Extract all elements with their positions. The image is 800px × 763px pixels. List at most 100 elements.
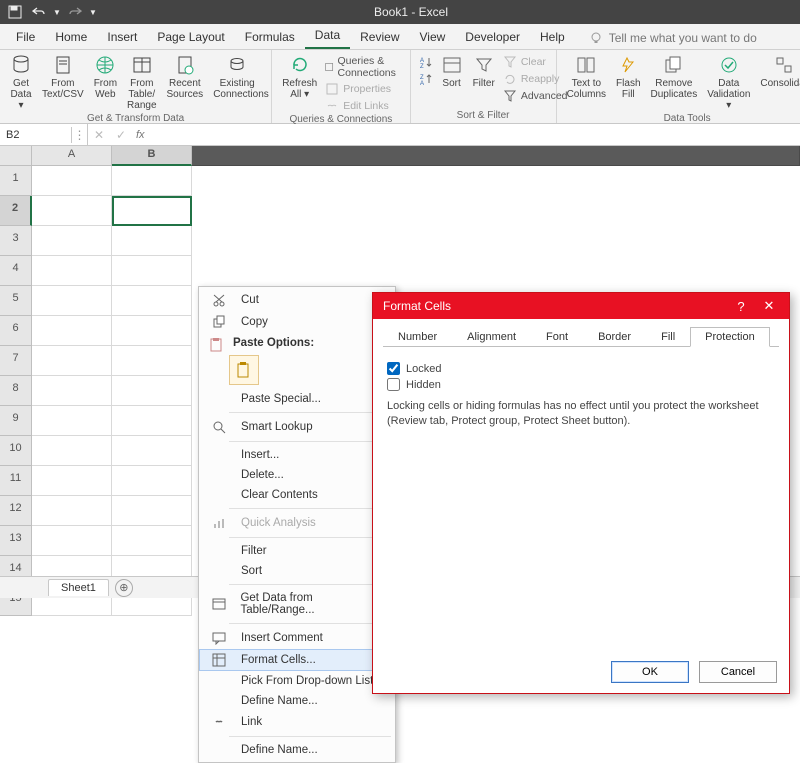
dlg-tab-border[interactable]: Border <box>583 327 646 347</box>
ctx-filter[interactable]: Filter▶ <box>199 541 395 561</box>
sheet-tab[interactable]: Sheet1 <box>48 579 109 596</box>
hidden-checkbox-row[interactable]: Hidden <box>387 378 775 391</box>
ctx-delete[interactable]: Delete... <box>199 465 395 485</box>
cell[interactable] <box>32 256 112 286</box>
dropdown-icon[interactable]: ▼ <box>88 2 98 22</box>
cell[interactable] <box>32 286 112 316</box>
cancel-formula-icon[interactable]: ✕ <box>88 124 110 145</box>
row-header-4[interactable]: 4 <box>0 256 32 286</box>
namebox-dropdown-icon[interactable]: ⋮ <box>72 124 88 145</box>
get-data-button[interactable]: Get Data ▾ <box>6 52 36 113</box>
cell[interactable] <box>112 466 192 496</box>
ctx-paste-special[interactable]: Paste Special... <box>199 389 395 409</box>
tab-file[interactable]: File <box>6 26 45 49</box>
tab-page-layout[interactable]: Page Layout <box>147 26 234 49</box>
ctx-insert-comment[interactable]: Insert Comment <box>199 627 395 649</box>
tab-developer[interactable]: Developer <box>455 26 530 49</box>
dropdown-icon[interactable]: ▼ <box>52 2 62 22</box>
cell[interactable] <box>112 316 192 346</box>
row-header-3[interactable]: 3 <box>0 226 32 256</box>
active-cell[interactable] <box>112 196 192 226</box>
cell[interactable] <box>32 166 112 196</box>
row-header-7[interactable]: 7 <box>0 346 32 376</box>
tab-home[interactable]: Home <box>45 26 97 49</box>
redo-icon[interactable] <box>64 2 86 22</box>
select-all-corner[interactable] <box>0 146 32 166</box>
name-box[interactable]: B2 <box>0 127 72 143</box>
cell[interactable] <box>32 196 112 226</box>
cell[interactable] <box>32 526 112 556</box>
row-header-2[interactable]: 2 <box>0 196 32 226</box>
new-sheet-button[interactable]: ⊕ <box>115 579 133 597</box>
hidden-checkbox[interactable] <box>387 378 400 391</box>
cell[interactable] <box>32 466 112 496</box>
save-icon[interactable] <box>4 2 26 22</box>
dlg-tab-alignment[interactable]: Alignment <box>452 327 531 347</box>
ctx-copy[interactable]: Copy <box>199 311 395 333</box>
cell[interactable] <box>112 436 192 466</box>
tab-view[interactable]: View <box>410 26 456 49</box>
dlg-tab-font[interactable]: Font <box>531 327 583 347</box>
ctx-get-data-table[interactable]: Get Data from Table/Range... <box>199 588 395 620</box>
queries-connections-button[interactable]: Queries & Connections <box>323 54 403 80</box>
cell[interactable] <box>32 406 112 436</box>
tab-review[interactable]: Review <box>350 26 409 49</box>
ctx-format-cells[interactable]: Format Cells... <box>199 649 395 671</box>
tell-me-search[interactable]: Tell me what you want to do <box>589 31 757 49</box>
cell[interactable] <box>112 286 192 316</box>
cell[interactable] <box>112 406 192 436</box>
recent-sources-button[interactable]: Recent Sources <box>163 52 208 102</box>
sort-az-button[interactable]: AZ <box>417 54 435 70</box>
dialog-help-button[interactable]: ? <box>727 295 755 317</box>
column-header-b[interactable]: B <box>112 146 192 166</box>
cell[interactable] <box>32 436 112 466</box>
ctx-define-name[interactable]: Define Name... <box>199 691 395 711</box>
cell[interactable] <box>112 256 192 286</box>
row-header-12[interactable]: 12 <box>0 496 32 526</box>
dialog-close-button[interactable]: ✕ <box>755 295 783 317</box>
row-header-10[interactable]: 10 <box>0 436 32 466</box>
formula-input[interactable] <box>149 133 800 137</box>
row-header-1[interactable]: 1 <box>0 166 32 196</box>
cell[interactable] <box>112 346 192 376</box>
remove-duplicates-button[interactable]: Remove Duplicates <box>647 52 702 102</box>
cell[interactable] <box>32 496 112 526</box>
dialog-titlebar[interactable]: Format Cells ? ✕ <box>373 293 789 319</box>
column-header-blank[interactable] <box>192 146 800 166</box>
column-header-a[interactable]: A <box>32 146 112 166</box>
row-header-8[interactable]: 8 <box>0 376 32 406</box>
from-textcsv-button[interactable]: From Text/CSV <box>38 52 88 102</box>
locked-checkbox-row[interactable]: Locked <box>387 362 775 375</box>
flash-fill-button[interactable]: Flash Fill <box>612 52 644 102</box>
text-to-columns-button[interactable]: Text to Columns <box>563 52 610 102</box>
cell[interactable] <box>32 376 112 406</box>
cell[interactable] <box>32 316 112 346</box>
cell[interactable] <box>112 166 192 196</box>
existing-connections-button[interactable]: Existing Connections <box>209 52 265 102</box>
ctx-define-name-2[interactable]: Define Name... <box>199 740 395 760</box>
cell[interactable] <box>32 226 112 256</box>
row-header-5[interactable]: 5 <box>0 286 32 316</box>
ctx-sort[interactable]: Sort▶ <box>199 561 395 581</box>
ctx-smart-lookup[interactable]: Smart Lookup <box>199 416 395 438</box>
ctx-pick-dropdown[interactable]: Pick From Drop-down List... <box>199 671 395 691</box>
consolidate-button[interactable]: Consolidat <box>756 52 800 91</box>
cell[interactable] <box>112 526 192 556</box>
tab-help[interactable]: Help <box>530 26 575 49</box>
tab-data[interactable]: Data <box>305 24 350 49</box>
data-validation-button[interactable]: Data Validation ▾ <box>703 52 754 113</box>
row-header-9[interactable]: 9 <box>0 406 32 436</box>
ctx-cut[interactable]: Cut <box>199 289 395 311</box>
locked-checkbox[interactable] <box>387 362 400 375</box>
tab-insert[interactable]: Insert <box>97 26 147 49</box>
dlg-tab-fill[interactable]: Fill <box>646 327 690 347</box>
fx-icon[interactable]: fx <box>132 129 149 141</box>
dlg-tab-number[interactable]: Number <box>383 327 452 347</box>
ok-button[interactable]: OK <box>611 661 689 683</box>
from-web-button[interactable]: From Web <box>90 52 121 102</box>
sort-button[interactable]: Sort <box>437 52 467 91</box>
row-header-13[interactable]: 13 <box>0 526 32 556</box>
cell[interactable] <box>112 226 192 256</box>
cancel-button[interactable]: Cancel <box>699 661 777 683</box>
sort-za-button[interactable]: ZA <box>417 71 435 87</box>
